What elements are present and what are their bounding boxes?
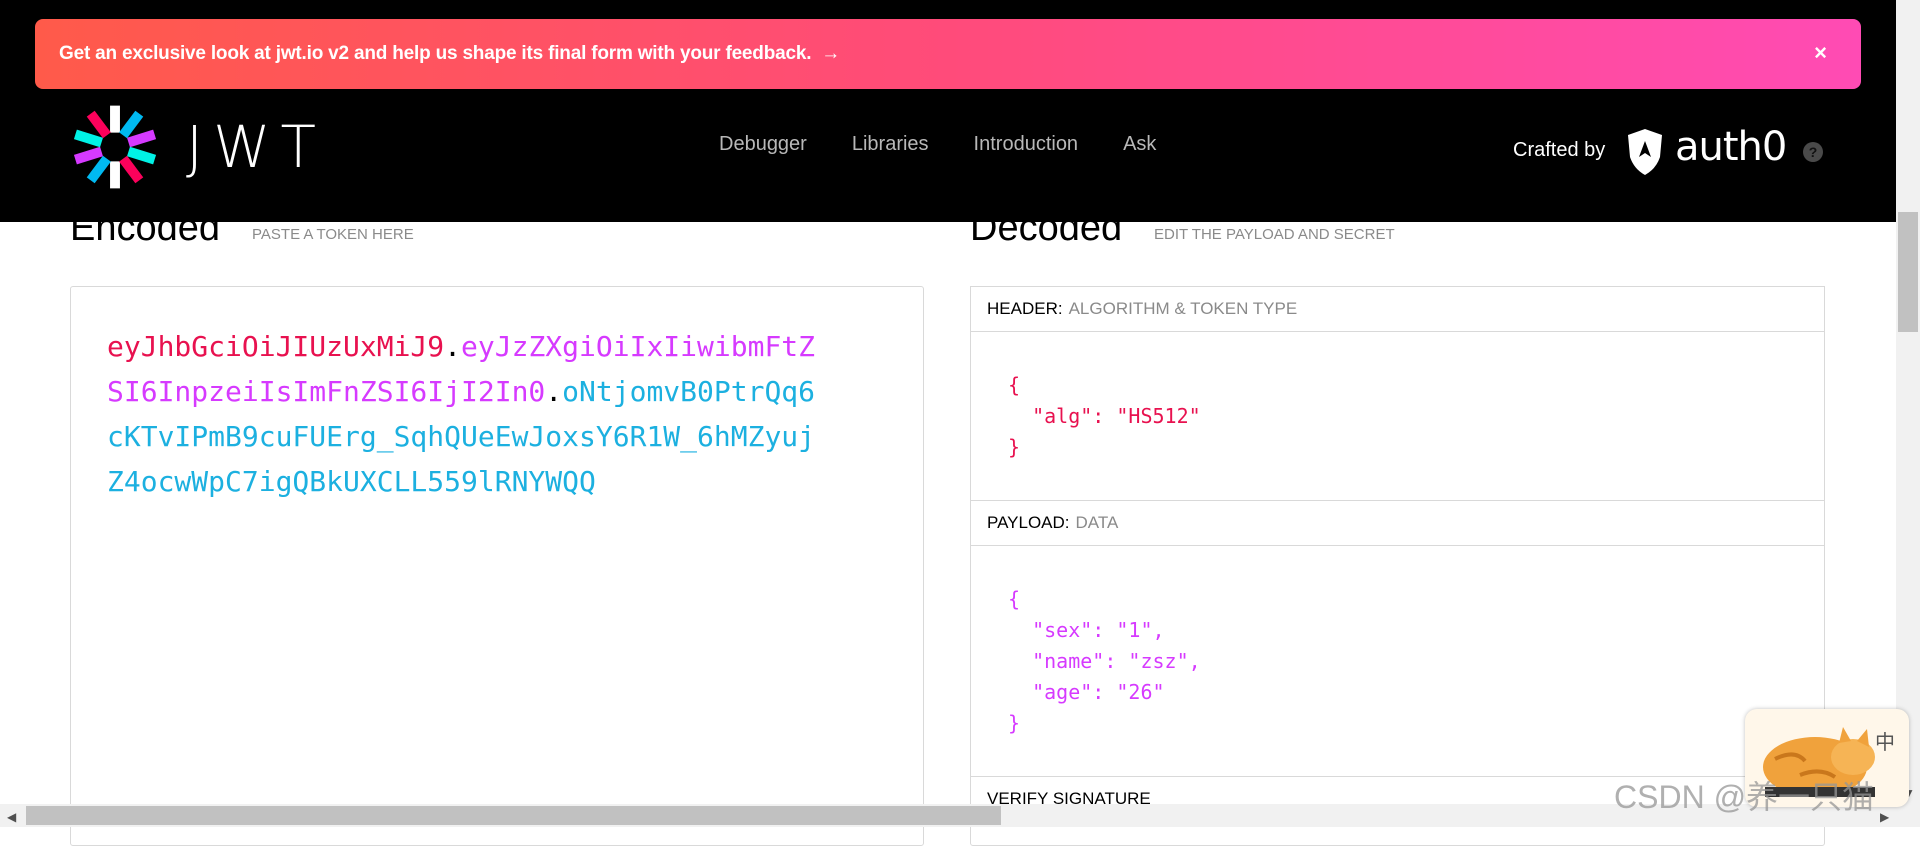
encoded-title: Encoded — [70, 207, 221, 249]
banner-text[interactable]: Get an exclusive look at jwt.io v2 and h… — [59, 43, 811, 65]
scroll-right-arrow-icon[interactable]: ▶ — [1880, 810, 1889, 824]
jwt-logo-icon[interactable] — [70, 102, 160, 192]
auth0-shield-icon[interactable] — [1624, 127, 1666, 177]
token-header-part: eyJhbGciOiJIUzUxMiJ9 — [107, 330, 445, 363]
header-section-title: HEADER: ALGORITHM & TOKEN TYPE — [970, 286, 1825, 332]
token-dot: . — [545, 375, 563, 408]
arrow-right-icon[interactable]: → — [821, 43, 840, 65]
header-json-editor[interactable]: { "alg": "HS512" } — [1008, 370, 1201, 463]
decoded-title: Decoded — [970, 207, 1123, 249]
logo-wordmark[interactable]: JWT — [186, 114, 326, 180]
horizontal-scrollbar-thumb[interactable] — [26, 806, 1001, 825]
header-sublabel: ALGORITHM & TOKEN TYPE — [1068, 299, 1298, 318]
decoded-subtitle: EDIT THE PAYLOAD AND SECRET — [1154, 226, 1395, 243]
site-header: Get an exclusive look at jwt.io v2 and h… — [0, 0, 1896, 222]
svg-text:中: 中 — [1875, 730, 1895, 754]
csdn-watermark: CSDN @养一只猫 — [1614, 779, 1875, 815]
vertical-scrollbar-thumb[interactable] — [1898, 212, 1918, 332]
close-icon[interactable]: × — [1814, 41, 1827, 65]
nav-debugger[interactable]: Debugger — [719, 133, 807, 156]
encoded-token-text[interactable]: eyJhbGciOiJIUzUxMiJ9.eyJzZXgiOiIxIiwibmF… — [107, 324, 827, 504]
payload-section-title: PAYLOAD: DATA — [970, 500, 1825, 546]
auth0-wordmark[interactable]: auth0 — [1675, 124, 1787, 170]
feedback-banner[interactable]: Get an exclusive look at jwt.io v2 and h… — [35, 19, 1861, 89]
token-dot: . — [444, 330, 462, 363]
header-label: HEADER: — [987, 299, 1063, 318]
crafted-by-label: Crafted by — [1513, 139, 1606, 161]
main-nav: Debugger Libraries Introduction Ask — [719, 133, 1201, 156]
nav-ask[interactable]: Ask — [1123, 133, 1156, 156]
nav-libraries[interactable]: Libraries — [852, 133, 929, 156]
vertical-scrollbar[interactable] — [1896, 0, 1920, 804]
nav-introduction[interactable]: Introduction — [974, 133, 1079, 156]
payload-json-editor[interactable]: { "sex": "1", "name": "zsz", "age": "26"… — [1008, 584, 1201, 739]
encoded-subtitle: PASTE A TOKEN HERE — [252, 226, 414, 243]
help-icon[interactable]: ? — [1803, 142, 1823, 162]
payload-label: PAYLOAD: — [987, 513, 1070, 532]
payload-sublabel: DATA — [1075, 513, 1119, 532]
scroll-left-arrow-icon[interactable]: ◀ — [7, 810, 16, 824]
